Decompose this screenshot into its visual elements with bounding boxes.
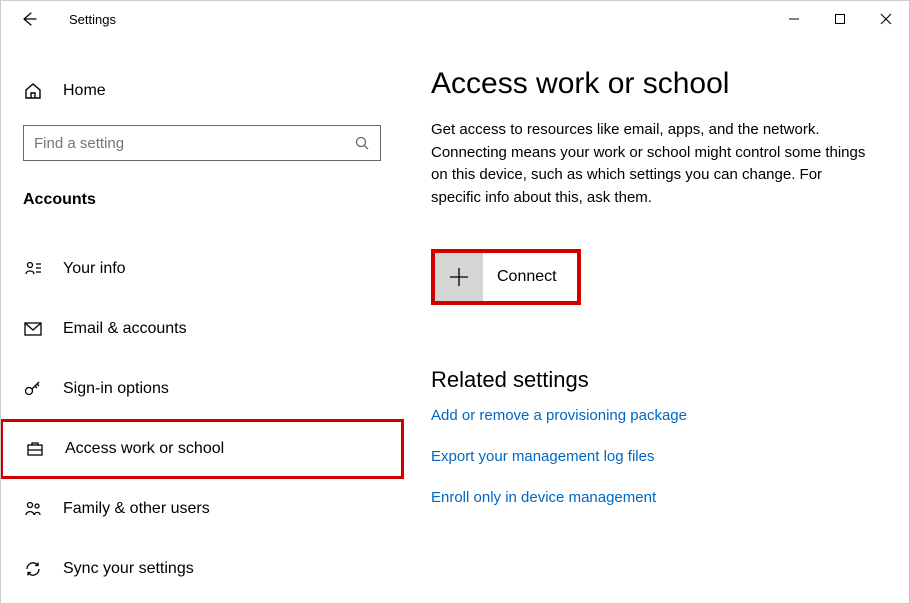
nav-email-accounts[interactable]: Email & accounts	[1, 299, 403, 359]
search-input[interactable]	[34, 135, 354, 152]
close-button[interactable]	[863, 1, 909, 37]
connect-label: Connect	[497, 268, 565, 286]
nav-sync-settings[interactable]: Sync your settings	[1, 539, 403, 599]
category-heading: Accounts	[23, 191, 403, 209]
nav-access-work-school[interactable]: Access work or school	[1, 419, 404, 479]
nav-label: Your info	[63, 260, 126, 278]
nav-label: Access work or school	[65, 440, 224, 458]
related-settings-heading: Related settings	[431, 367, 881, 393]
link-provisioning-package[interactable]: Add or remove a provisioning package	[431, 407, 881, 424]
maximize-button[interactable]	[817, 1, 863, 37]
nav-sign-in-options[interactable]: Sign-in options	[1, 359, 403, 419]
main-panel: Access work or school Get access to reso…	[403, 37, 909, 603]
briefcase-icon	[25, 439, 47, 459]
back-button[interactable]	[11, 1, 47, 37]
link-enroll-device-management[interactable]: Enroll only in device management	[431, 489, 881, 506]
sync-icon	[23, 559, 45, 579]
window-title: Settings	[69, 12, 116, 27]
nav-family-users[interactable]: Family & other users	[1, 479, 403, 539]
search-icon	[354, 135, 370, 151]
plus-icon	[435, 253, 483, 301]
home-label: Home	[63, 82, 106, 100]
family-icon	[23, 499, 45, 519]
nav-label: Email & accounts	[63, 320, 187, 338]
your-info-icon	[23, 259, 45, 279]
nav-your-info[interactable]: Your info	[1, 239, 403, 299]
search-box[interactable]	[23, 125, 381, 161]
minimize-button[interactable]	[771, 1, 817, 37]
page-heading: Access work or school	[431, 67, 881, 101]
nav-label: Family & other users	[63, 500, 210, 518]
sidebar: Home Accounts	[1, 37, 403, 603]
home-icon	[23, 81, 45, 101]
page-description: Get access to resources like email, apps…	[431, 119, 871, 209]
email-icon	[23, 319, 45, 339]
nav-label: Sync your settings	[63, 560, 194, 578]
home-nav[interactable]: Home	[1, 67, 403, 115]
connect-button[interactable]: Connect	[431, 249, 581, 305]
link-export-log-files[interactable]: Export your management log files	[431, 448, 881, 465]
title-bar: Settings	[1, 1, 909, 37]
nav-label: Sign-in options	[63, 380, 169, 398]
key-icon	[23, 379, 45, 399]
